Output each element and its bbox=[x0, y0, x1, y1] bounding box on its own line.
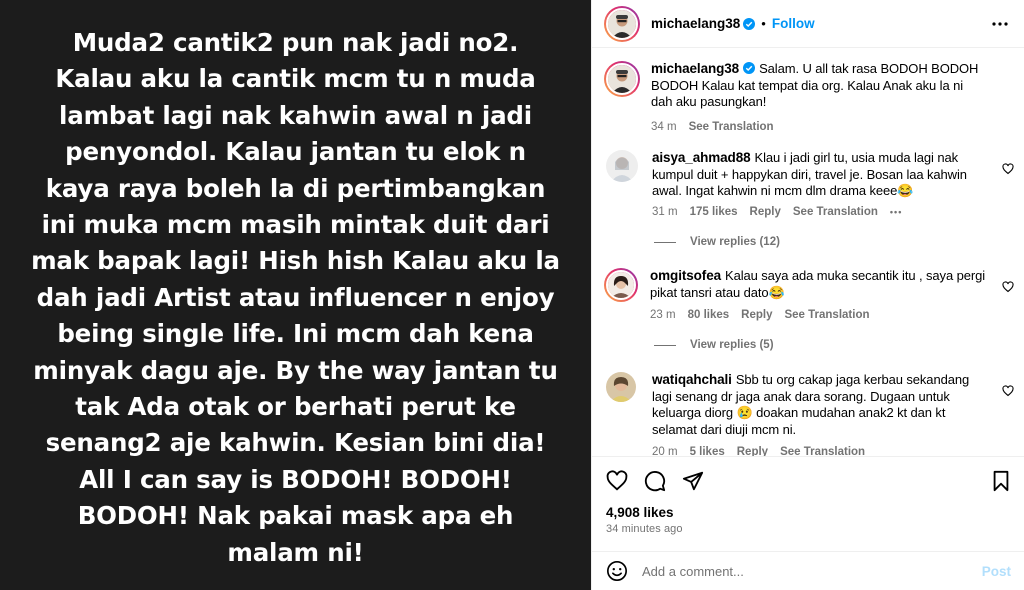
comment-item: watiqahchali Sbb tu org cakap jaga kerbau… bbox=[604, 372, 1014, 456]
reply-button[interactable]: Reply bbox=[750, 206, 781, 218]
heart-icon[interactable] bbox=[1002, 280, 1014, 298]
see-translation-button[interactable]: See Translation bbox=[784, 309, 869, 321]
comment-text-block: watiqahchali Sbb tu org cakap jaga kerbau… bbox=[652, 372, 987, 438]
comment-likes[interactable]: 175 likes bbox=[690, 206, 738, 218]
save-bookmark-icon[interactable] bbox=[991, 470, 1011, 492]
caption-username[interactable]: michaelang38 bbox=[651, 61, 739, 76]
post-comment-button[interactable]: Post bbox=[982, 564, 1011, 579]
comment-avatar[interactable] bbox=[606, 150, 638, 182]
caption-avatar[interactable] bbox=[604, 61, 640, 97]
comment-meta: 23 m 80 likes Reply See Translation bbox=[650, 309, 985, 321]
post-timestamp[interactable]: 34 minutes ago bbox=[606, 523, 1011, 535]
comment-item: aisya_ahmad88 Klau i jadi girl tu, usia m… bbox=[604, 150, 1014, 218]
reply-button[interactable]: Reply bbox=[741, 309, 772, 321]
comment-likes[interactable]: 80 likes bbox=[688, 309, 730, 321]
comment-avatar[interactable] bbox=[604, 268, 638, 302]
heart-icon[interactable] bbox=[1002, 162, 1014, 180]
view-replies-button[interactable]: View replies (5) bbox=[654, 339, 774, 351]
add-comment-bar: Post bbox=[592, 551, 1024, 590]
comment-input[interactable] bbox=[642, 563, 982, 579]
likes-count[interactable]: 4,908 likes bbox=[606, 505, 1011, 520]
header-separator: • bbox=[761, 16, 766, 31]
caption-time: 34 m bbox=[651, 120, 677, 133]
caption-meta: 34 m See Translation bbox=[651, 121, 986, 133]
comment-text-block: aisya_ahmad88 Klau i jadi girl tu, usia m… bbox=[652, 150, 987, 200]
view-replies-button[interactable]: View replies (12) bbox=[654, 236, 780, 248]
header-user-info: michaelang38 • Follow bbox=[651, 16, 815, 31]
author-avatar[interactable] bbox=[604, 5, 640, 42]
comment-username[interactable]: aisya_ahmad88 bbox=[652, 150, 751, 165]
reply-button[interactable]: Reply bbox=[737, 446, 768, 456]
comment-icon[interactable] bbox=[644, 470, 666, 492]
comment-time: 31 m bbox=[652, 205, 678, 218]
comment-meta: 31 m 175 likes Reply See Translation ••• bbox=[652, 206, 987, 218]
replies-divider-line bbox=[654, 241, 676, 243]
heart-icon[interactable] bbox=[1002, 384, 1014, 402]
author-username[interactable]: michaelang38 bbox=[651, 16, 740, 31]
post-header: michaelang38 • Follow bbox=[592, 0, 1024, 48]
comment-more-options[interactable]: ••• bbox=[890, 207, 902, 217]
comments-list[interactable]: michaelang38 Salam. U all tak rasa BODOH … bbox=[592, 49, 1024, 456]
comment-likes[interactable]: 5 likes bbox=[690, 446, 725, 456]
view-replies-label[interactable]: View replies (5) bbox=[690, 339, 774, 351]
replies-divider-line bbox=[654, 344, 676, 346]
caption-see-translation[interactable]: See Translation bbox=[689, 121, 774, 133]
see-translation-button[interactable]: See Translation bbox=[793, 206, 878, 218]
comment-item: omgitsofea Kalau saya ada muka secantik i… bbox=[604, 268, 1014, 321]
caption-text-block: michaelang38 Salam. U all tak rasa BODOH … bbox=[651, 61, 986, 111]
post-image-text: Muda2 cantik2 pun nak jadi no2. Kalau ak… bbox=[31, 27, 560, 567]
post-side-panel: michaelang38 • Follow michaelang38 Salam.… bbox=[591, 0, 1024, 590]
action-icons bbox=[606, 469, 1011, 493]
more-options-icon[interactable] bbox=[991, 21, 1009, 27]
comment-text-block: omgitsofea Kalau saya ada muka secantik i… bbox=[650, 268, 985, 301]
comment-meta: 20 m 5 likes Reply See Translation bbox=[652, 446, 987, 456]
share-icon[interactable] bbox=[682, 470, 704, 492]
emoji-icon[interactable] bbox=[606, 560, 628, 582]
verified-badge-icon bbox=[743, 62, 756, 74]
follow-button[interactable]: Follow bbox=[772, 16, 815, 31]
comment-avatar[interactable] bbox=[606, 372, 636, 402]
comment-username[interactable]: omgitsofea bbox=[650, 268, 721, 283]
comment-username[interactable]: watiqahchali bbox=[652, 372, 732, 387]
caption: michaelang38 Salam. U all tak rasa BODOH … bbox=[604, 61, 1014, 133]
heart-icon[interactable] bbox=[606, 470, 628, 492]
post-image: Muda2 cantik2 pun nak jadi no2. Kalau ak… bbox=[0, 0, 591, 590]
view-replies-label[interactable]: View replies (12) bbox=[690, 236, 780, 248]
post-actions: 4,908 likes 34 minutes ago bbox=[592, 456, 1024, 551]
verified-badge-icon bbox=[743, 17, 756, 30]
comment-time: 23 m bbox=[650, 309, 676, 321]
comment-time: 20 m bbox=[652, 446, 678, 456]
see-translation-button[interactable]: See Translation bbox=[780, 446, 865, 456]
